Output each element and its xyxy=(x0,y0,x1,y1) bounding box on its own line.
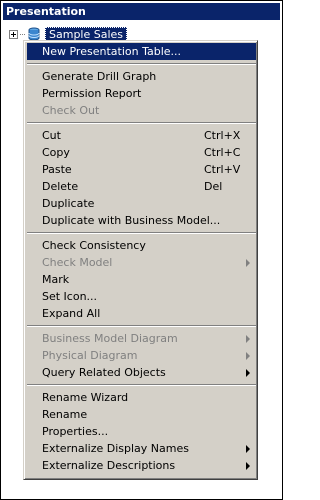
submenu-arrow-icon xyxy=(246,335,250,343)
submenu-arrow-icon xyxy=(246,462,250,470)
menu-item-label: Properties... xyxy=(42,425,109,438)
menu-separator xyxy=(27,232,256,234)
submenu-arrow-icon xyxy=(246,445,250,453)
menu-item-label: Generate Drill Graph xyxy=(42,70,157,83)
menu-item-copy[interactable]: Copy Ctrl+C xyxy=(27,144,256,161)
menu-item-label: Duplicate xyxy=(42,197,95,210)
menu-item-label: Externalize Descriptions xyxy=(42,459,176,472)
menu-item-query-related-objects[interactable]: Query Related Objects xyxy=(27,364,256,381)
menu-item-new-presentation-table[interactable]: New Presentation Table... xyxy=(27,43,256,60)
panel-title: Presentation xyxy=(3,3,280,20)
menu-item-label: Rename Wizard xyxy=(42,391,129,404)
menu-item-label: Duplicate with Business Model... xyxy=(42,214,221,227)
menu-item-physical-diagram: Physical Diagram xyxy=(27,347,256,364)
menu-item-label: Permission Report xyxy=(42,87,142,100)
submenu-arrow-icon xyxy=(246,369,250,377)
menu-item-label: Externalize Display Names xyxy=(42,442,189,455)
menu-item-label: Check Consistency xyxy=(42,239,146,252)
menu-separator xyxy=(27,122,256,124)
menu-item-externalize-descriptions[interactable]: Externalize Descriptions xyxy=(27,457,256,474)
menu-item-label: Expand All xyxy=(42,307,101,320)
menu-item-generate-drill-graph[interactable]: Generate Drill Graph xyxy=(27,68,256,85)
menu-separator xyxy=(27,384,256,386)
menu-item-properties[interactable]: Properties... xyxy=(27,423,256,440)
menu-item-expand-all[interactable]: Expand All xyxy=(27,305,256,322)
menu-item-shortcut: Ctrl+X xyxy=(204,129,241,142)
menu-item-rename[interactable]: Rename xyxy=(27,406,256,423)
menu-item-label: New Presentation Table... xyxy=(42,45,182,58)
menu-item-label: Physical Diagram xyxy=(42,349,138,362)
menu-item-permission-report[interactable]: Permission Report xyxy=(27,85,256,102)
menu-item-label: Query Related Objects xyxy=(42,366,166,379)
menu-item-delete[interactable]: Delete Del xyxy=(27,178,256,195)
menu-item-label: Paste xyxy=(42,163,72,176)
menu-item-duplicate-with-business-model[interactable]: Duplicate with Business Model... xyxy=(27,212,256,229)
database-icon xyxy=(28,27,40,41)
presentation-panel: Presentation Sample Sales New Presentati… xyxy=(0,0,283,500)
menu-item-label: Rename xyxy=(42,408,88,421)
menu-item-label: Delete xyxy=(42,180,79,193)
menu-separator xyxy=(27,325,256,327)
submenu-arrow-icon xyxy=(246,259,250,267)
menu-item-label: Business Model Diagram xyxy=(42,332,178,345)
submenu-arrow-icon xyxy=(246,352,250,360)
menu-item-shortcut: Ctrl+V xyxy=(204,163,241,176)
menu-item-rename-wizard[interactable]: Rename Wizard xyxy=(27,389,256,406)
menu-item-paste[interactable]: Paste Ctrl+V xyxy=(27,161,256,178)
expand-icon[interactable] xyxy=(9,29,18,39)
menu-item-shortcut: Ctrl+C xyxy=(204,146,241,159)
context-menu: New Presentation Table... Generate Drill … xyxy=(23,40,258,480)
menu-item-shortcut: Del xyxy=(204,180,223,193)
menu-item-check-consistency[interactable]: Check Consistency xyxy=(27,237,256,254)
menu-item-label: Set Icon... xyxy=(42,290,98,303)
menu-item-cut[interactable]: Cut Ctrl+X xyxy=(27,127,256,144)
menu-item-check-out: Check Out xyxy=(27,102,256,119)
menu-item-label: Copy xyxy=(42,146,70,159)
menu-item-check-model: Check Model xyxy=(27,254,256,271)
menu-item-externalize-display-names[interactable]: Externalize Display Names xyxy=(27,440,256,457)
menu-item-set-icon[interactable]: Set Icon... xyxy=(27,288,256,305)
menu-item-label: Check Out xyxy=(42,104,100,117)
menu-item-mark[interactable]: Mark xyxy=(27,271,256,288)
menu-item-label: Mark xyxy=(42,273,70,286)
menu-separator xyxy=(27,63,256,65)
menu-item-duplicate[interactable]: Duplicate xyxy=(27,195,256,212)
menu-item-label: Cut xyxy=(42,129,61,142)
menu-item-business-model-diagram: Business Model Diagram xyxy=(27,330,256,347)
menu-item-label: Check Model xyxy=(42,256,113,269)
tree-connector xyxy=(20,33,25,35)
